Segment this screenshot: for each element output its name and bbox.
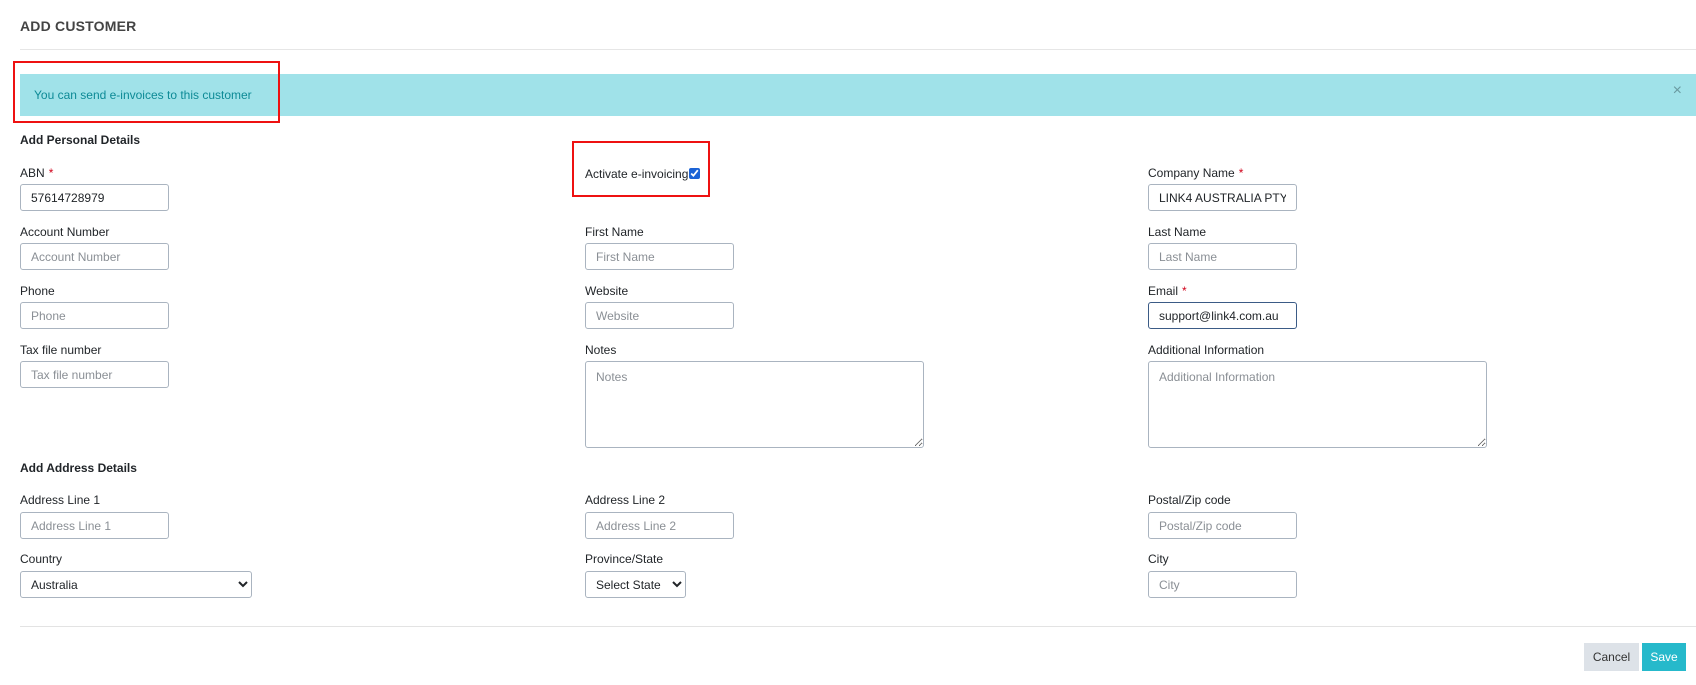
website-input[interactable] — [585, 302, 734, 329]
additional-info-label: Additional Information — [1148, 343, 1265, 357]
address-line1-label: Address Line 1 — [20, 493, 101, 507]
email-label: Email * — [1148, 284, 1187, 298]
last-name-input[interactable] — [1148, 243, 1297, 270]
einvoicing-label: Activate e-invoicing — [585, 167, 689, 181]
country-label: Country — [20, 552, 63, 566]
city-input[interactable] — [1148, 571, 1297, 598]
address-line1-input[interactable] — [20, 512, 169, 539]
province-state-select[interactable]: Select State — [585, 571, 686, 598]
personal-section-title: Add Personal Details — [20, 133, 141, 147]
phone-input[interactable] — [20, 302, 169, 329]
additional-info-textarea[interactable] — [1148, 361, 1487, 448]
postal-code-input[interactable] — [1148, 512, 1297, 539]
close-icon[interactable]: × — [1673, 82, 1682, 100]
required-marker: * — [1182, 284, 1187, 298]
first-name-input[interactable] — [585, 243, 734, 270]
email-input[interactable] — [1148, 302, 1297, 329]
company-name-label: Company Name * — [1148, 166, 1244, 180]
page-title: ADD CUSTOMER — [20, 18, 137, 34]
save-button[interactable]: Save — [1642, 643, 1686, 671]
alert-highlight-box — [13, 61, 280, 123]
einvoicing-checkbox[interactable] — [689, 168, 700, 179]
abn-input[interactable] — [20, 184, 169, 211]
country-select[interactable]: Australia — [20, 571, 252, 598]
required-marker: * — [48, 166, 54, 180]
tax-file-number-input[interactable] — [20, 361, 169, 388]
notes-textarea[interactable] — [585, 361, 924, 448]
abn-label: ABN * — [20, 166, 54, 180]
account-number-input[interactable] — [20, 243, 169, 270]
last-name-label: Last Name — [1148, 225, 1207, 239]
footer-divider — [20, 626, 1696, 627]
address-line2-label: Address Line 2 — [585, 493, 666, 507]
notes-label: Notes — [585, 343, 617, 357]
account-number-label: Account Number — [20, 225, 110, 239]
city-label: City — [1148, 552, 1169, 566]
first-name-label: First Name — [585, 225, 644, 239]
address-section-title: Add Address Details — [20, 461, 137, 475]
tax-file-number-label: Tax file number — [20, 343, 102, 357]
cancel-button[interactable]: Cancel — [1584, 643, 1639, 671]
website-label: Website — [585, 284, 629, 298]
address-line2-input[interactable] — [585, 512, 734, 539]
phone-label: Phone — [20, 284, 55, 298]
province-state-label: Province/State — [585, 552, 664, 566]
required-marker: * — [1238, 166, 1244, 180]
company-name-input[interactable] — [1148, 184, 1297, 211]
postal-code-label: Postal/Zip code — [1148, 493, 1231, 507]
title-divider — [20, 49, 1696, 50]
